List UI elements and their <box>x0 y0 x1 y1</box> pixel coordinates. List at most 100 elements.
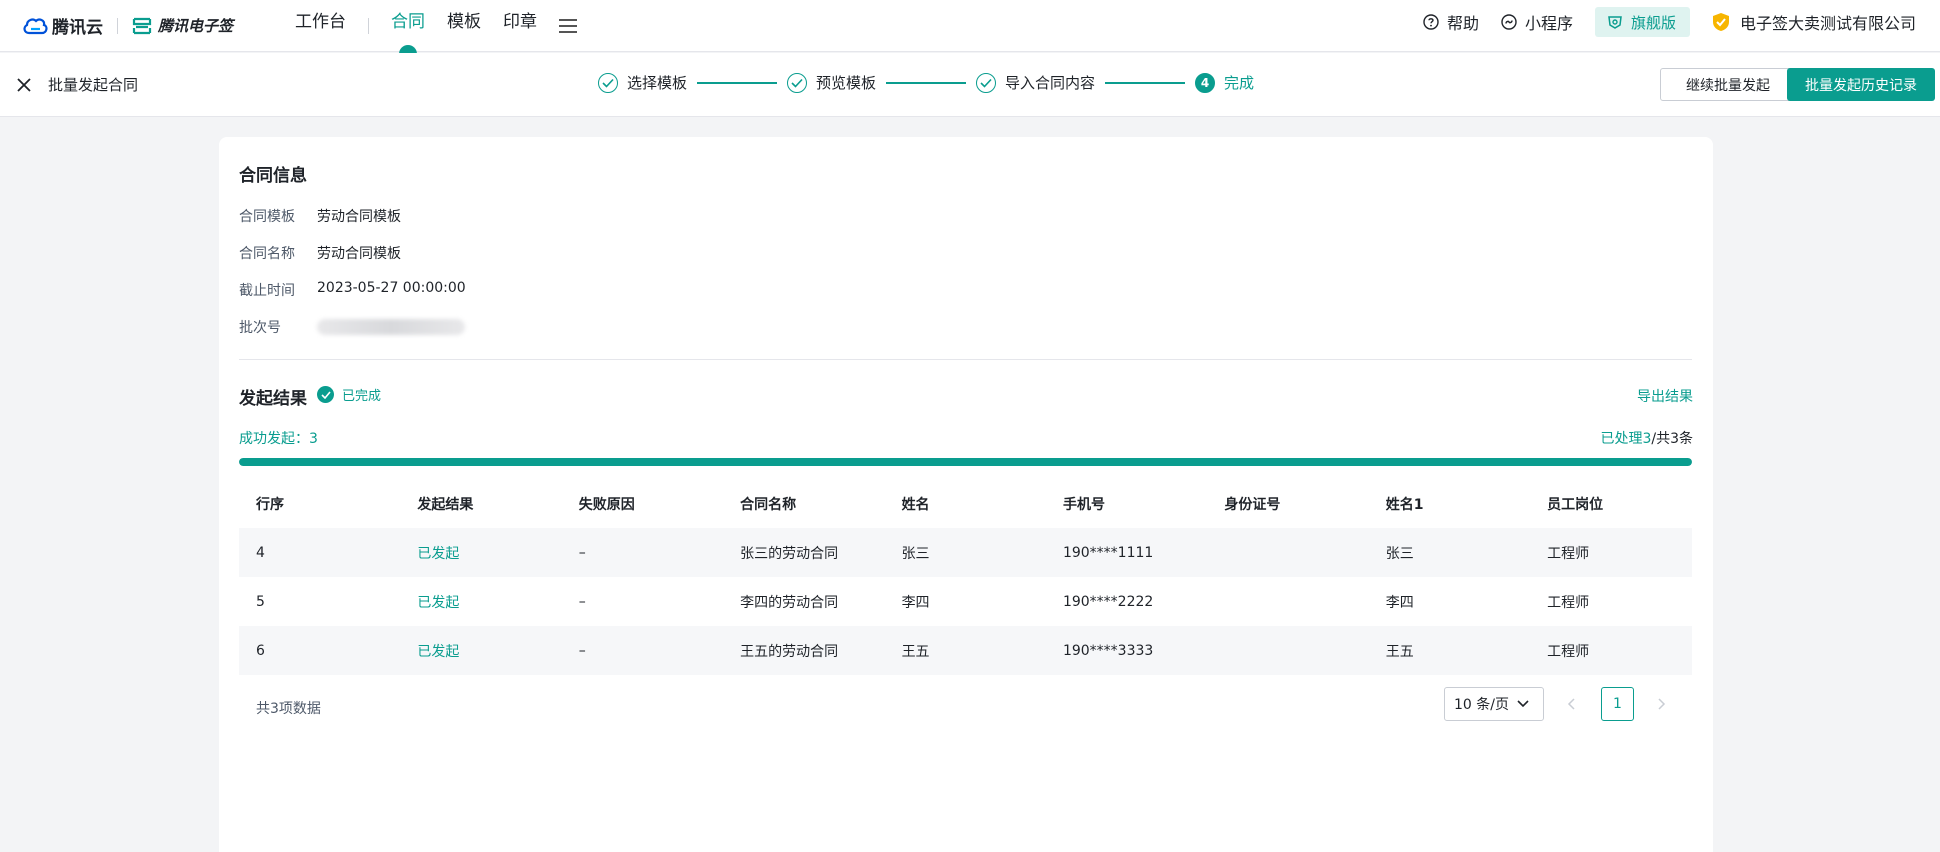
step-label: 预览模板 <box>816 74 877 92</box>
step-connector <box>1105 81 1186 84</box>
info-row-batch: 批次号 <box>239 317 465 337</box>
hamburger-icon[interactable] <box>559 18 578 33</box>
nav-contract[interactable]: 合同 <box>391 0 425 54</box>
step-finish: 4 完成 <box>1195 72 1254 93</box>
e-sign-name: 腾讯电子签 <box>158 17 234 35</box>
info-label: 批次号 <box>239 320 281 336</box>
nav-workbench[interactable]: 工作台 <box>295 0 346 52</box>
table-cell: 190****3333 <box>1062 642 1154 659</box>
table-row: 4 已发起 – 张三的劳动合同 张三 190****1111 张三 工程师 <box>239 528 1692 577</box>
step-connector <box>886 81 967 84</box>
section-divider <box>239 359 1692 360</box>
table-cell: 4 <box>256 544 265 561</box>
table-cell: 王五 <box>1385 643 1414 660</box>
page-number-current[interactable]: 1 <box>1601 687 1634 721</box>
export-results-link[interactable]: 导出结果 <box>1637 386 1693 406</box>
info-row-deadline: 截止时间 2023-05-27 00:00:00 <box>239 280 466 300</box>
batch-step-bar: 批量发起合同 选择模板 预览模板 导入合同内容 4 完成 继续批量发起 批量发起… <box>0 53 1940 117</box>
brand-divider <box>117 17 118 34</box>
e-sign-logo[interactable]: 腾讯电子签 <box>132 15 233 36</box>
company-name: 电子签大卖测试有限公司 <box>1739 14 1916 33</box>
column-header: 员工岗位 <box>1547 496 1604 513</box>
step-import-content: 导入合同内容 <box>976 72 1095 93</box>
top-navbar: 腾讯云 腾讯电子签 工作台 合同 模板 印章 帮助 小程序 旗舰版 电子签大卖测… <box>0 0 1940 54</box>
mini-program-label: 小程序 <box>1524 14 1573 33</box>
main-nav: 工作台 合同 模板 印章 <box>295 0 578 54</box>
table-row: 5 已发起 – 李四的劳动合同 李四 190****2222 李四 工程师 <box>239 577 1692 626</box>
table-cell: 已发起 <box>417 643 460 660</box>
column-header: 行序 <box>256 496 284 513</box>
company-switcher[interactable]: 电子签大卖测试有限公司 <box>1712 10 1916 34</box>
page-title: 批量发起合同 <box>48 76 139 94</box>
table-cell: 5 <box>256 593 265 610</box>
table-cell: 工程师 <box>1547 545 1590 562</box>
mini-program-link[interactable]: 小程序 <box>1501 10 1573 34</box>
stepper: 选择模板 预览模板 导入合同内容 4 完成 <box>598 72 1254 93</box>
check-icon <box>598 72 618 93</box>
step-select-template: 选择模板 <box>598 72 687 93</box>
table-cell: 190****1111 <box>1062 544 1154 561</box>
column-header: 姓名 <box>901 496 930 513</box>
info-row-template: 合同模板 劳动合同模板 <box>239 206 401 226</box>
batch-history-button[interactable]: 批量发起历史记录 <box>1787 68 1935 101</box>
info-label: 合同模板 <box>239 209 295 225</box>
info-label: 合同名称 <box>239 246 295 262</box>
shield-check-icon <box>1712 13 1729 31</box>
nav-template[interactable]: 模板 <box>447 0 481 52</box>
table-cell: 张三的劳动合同 <box>740 545 839 562</box>
tencent-cloud-logo[interactable]: 腾讯云 <box>22 13 103 38</box>
check-circle-icon <box>317 386 334 403</box>
info-row-name: 合同名称 劳动合同模板 <box>239 243 401 263</box>
processed-done: 已处理3 <box>1600 431 1652 447</box>
table-cell: 已发起 <box>417 545 460 562</box>
table-cell: 王五 <box>901 643 930 660</box>
page-size-select[interactable]: 10 条/页 <box>1444 687 1544 721</box>
column-header: 姓名1 <box>1385 496 1424 513</box>
tencent-cloud-name: 腾讯云 <box>52 18 103 38</box>
processed-total: /共3条 <box>1651 431 1693 447</box>
info-value: 劳动合同模板 <box>317 246 401 262</box>
step-label: 选择模板 <box>627 74 688 92</box>
main-card: 合同信息 合同模板 劳动合同模板 合同名称 劳动合同模板 截止时间 2023-0… <box>219 137 1713 852</box>
table-cell: 工程师 <box>1547 594 1590 611</box>
help-circle-icon <box>1423 14 1439 30</box>
continue-batch-button[interactable]: 继续批量发起 <box>1660 68 1796 101</box>
column-header: 失败原因 <box>578 496 635 513</box>
table-cell: – <box>578 544 586 561</box>
table-cell: 李四 <box>1385 594 1414 611</box>
table-cell: 李四的劳动合同 <box>740 594 839 611</box>
cloud-logo-icon <box>23 18 48 34</box>
nav-seal[interactable]: 印章 <box>503 0 537 52</box>
contract-info-title: 合同信息 <box>239 166 307 186</box>
table-cell: 王五的劳动合同 <box>740 643 839 660</box>
prev-page-icon[interactable] <box>1564 696 1580 712</box>
batch-number-redacted <box>317 319 465 335</box>
column-header: 合同名称 <box>740 496 797 513</box>
next-page-icon[interactable] <box>1653 696 1669 712</box>
table-cell: 190****2222 <box>1062 593 1154 610</box>
table-header-row: 行序 发起结果 失败原因 合同名称 姓名 手机号 身份证号 姓名1 员工岗位 <box>239 479 1692 528</box>
table-cell: – <box>578 593 586 610</box>
step-connector <box>697 81 778 84</box>
info-label: 截止时间 <box>239 283 295 299</box>
success-count: 成功发起：3 <box>239 431 318 447</box>
progress-bar <box>239 458 1692 466</box>
column-header: 手机号 <box>1062 496 1105 513</box>
status-text: 已完成 <box>342 389 382 404</box>
table-cell: 已发起 <box>417 594 460 611</box>
page-size-value: 10 条/页 <box>1454 697 1509 713</box>
table-cell: – <box>578 642 586 659</box>
table-row: 6 已发起 – 王五的劳动合同 王五 190****3333 王五 工程师 <box>239 626 1692 675</box>
nav-divider <box>368 17 370 34</box>
step-label: 导入合同内容 <box>1005 74 1096 92</box>
info-value: 2023-05-27 00:00:00 <box>317 280 466 296</box>
close-icon[interactable] <box>14 75 34 95</box>
help-link[interactable]: 帮助 <box>1423 10 1479 34</box>
table-cell: 工程师 <box>1547 643 1590 660</box>
edition-badge[interactable]: 旗舰版 <box>1594 7 1690 37</box>
result-title: 发起结果 <box>239 389 307 409</box>
edition-label: 旗舰版 <box>1630 13 1676 32</box>
table-cell: 张三 <box>1385 545 1414 562</box>
check-icon <box>787 72 808 93</box>
top-right-actions: 帮助 小程序 旗舰版 电子签大卖测试有限公司 <box>1401 0 1916 44</box>
